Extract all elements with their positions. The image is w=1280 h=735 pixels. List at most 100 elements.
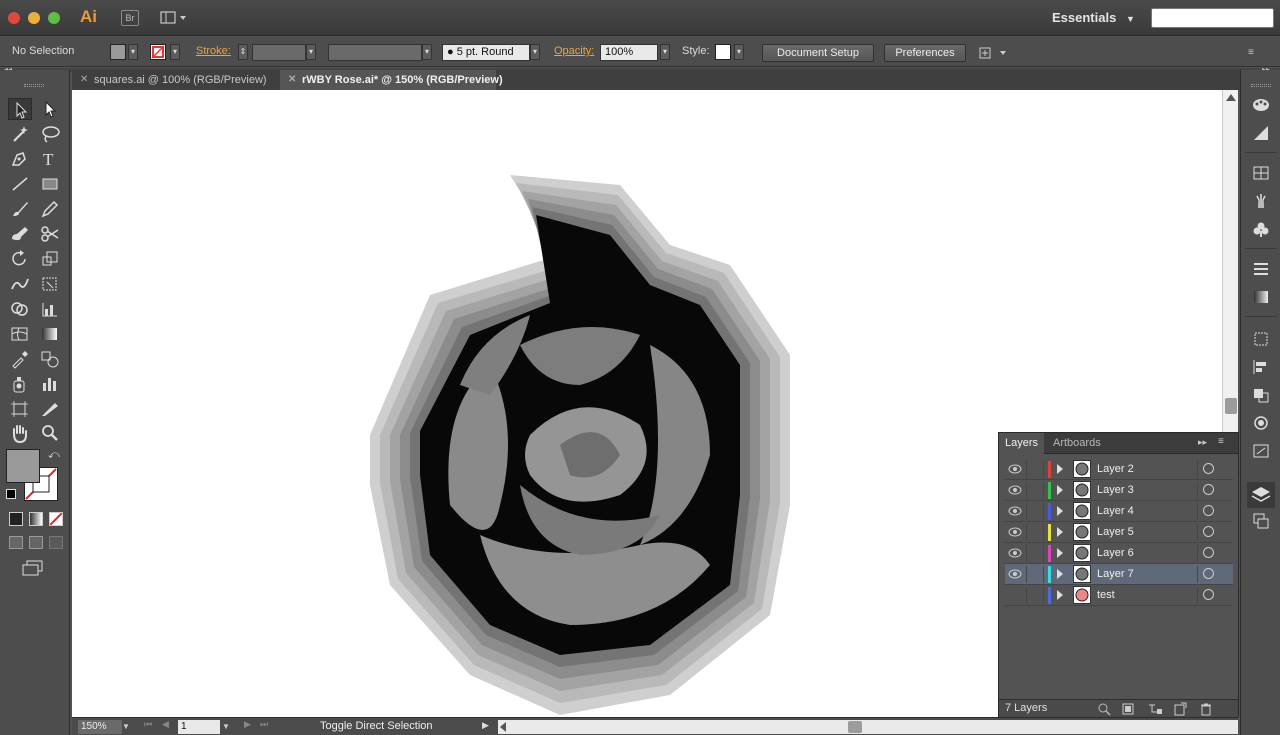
appearance-panel-button[interactable] xyxy=(1251,414,1271,432)
expand-triangle-icon[interactable] xyxy=(1057,590,1063,600)
draw-behind-button[interactable] xyxy=(29,536,43,549)
next-artboard-icon[interactable]: ▶ xyxy=(244,719,251,730)
none-mode-button[interactable] xyxy=(49,512,63,526)
layer-name[interactable]: Layer 2 xyxy=(1097,463,1134,475)
bridge-button[interactable]: Br xyxy=(121,10,139,26)
color-panel-button[interactable] xyxy=(1251,96,1271,114)
visibility-eye-icon[interactable] xyxy=(1008,548,1022,558)
visibility-eye-icon[interactable] xyxy=(1008,527,1022,537)
layer-name[interactable]: Layer 6 xyxy=(1097,547,1134,559)
new-layer-icon[interactable] xyxy=(1173,702,1187,716)
scissors-tool[interactable] xyxy=(38,223,62,245)
close-tab-icon[interactable]: ✕ xyxy=(80,70,88,90)
previous-artboard-icon[interactable]: ◀ xyxy=(162,719,169,730)
layer-row[interactable]: Layer 3 xyxy=(1005,480,1233,501)
collapse-panel-icon[interactable]: ▸▸ xyxy=(1198,437,1207,448)
stroke-label[interactable]: Stroke: xyxy=(196,45,231,57)
tools-grip[interactable] xyxy=(24,84,44,87)
symbol-sprayer-tool[interactable] xyxy=(8,373,32,395)
visibility-eye-icon[interactable] xyxy=(1008,569,1022,579)
search-input[interactable] xyxy=(1151,8,1274,28)
opacity-label[interactable]: Opacity: xyxy=(554,45,594,57)
free-transform-tool[interactable] xyxy=(38,273,62,295)
tab-rwby-rose[interactable]: ✕ rWBY Rose.ai* @ 150% (RGB/Preview) xyxy=(280,70,503,90)
swap-fill-stroke-icon[interactable]: ⤺ xyxy=(48,449,60,462)
gradient-mode-button[interactable] xyxy=(29,512,43,526)
swatches-panel-button[interactable] xyxy=(1251,164,1271,182)
artboards-panel-button[interactable] xyxy=(1251,512,1271,530)
layer-name[interactable]: Layer 4 xyxy=(1097,505,1134,517)
target-circle-icon[interactable] xyxy=(1203,484,1214,495)
target-circle-icon[interactable] xyxy=(1203,547,1214,558)
fill-color-box-front[interactable] xyxy=(6,449,40,483)
shape-builder-tool[interactable] xyxy=(8,298,32,320)
zoom-dropdown[interactable]: ▼ xyxy=(122,720,133,734)
expand-triangle-icon[interactable] xyxy=(1057,506,1063,516)
close-window-button[interactable] xyxy=(8,12,20,24)
default-fill-stroke-icon[interactable] xyxy=(6,489,16,499)
expand-triangle-icon[interactable] xyxy=(1057,548,1063,558)
first-artboard-icon[interactable]: ⏮ xyxy=(144,719,152,730)
scroll-left-arrow[interactable] xyxy=(500,722,506,732)
expand-triangle-icon[interactable] xyxy=(1057,527,1063,537)
lock-toggle[interactable] xyxy=(1026,587,1044,604)
opacity-dropdown[interactable]: ▾ xyxy=(660,44,670,60)
layers-panel-button[interactable] xyxy=(1247,482,1275,508)
zoom-level-field[interactable]: 150% xyxy=(78,720,122,734)
last-artboard-icon[interactable]: ⏭ xyxy=(260,719,268,730)
stroke-weight-stepper[interactable]: ⇕ xyxy=(238,44,248,60)
layer-row[interactable]: Layer 7 xyxy=(1005,564,1233,585)
tab-layers[interactable]: Layers xyxy=(999,433,1045,454)
mesh-tool[interactable] xyxy=(8,323,32,345)
layer-row[interactable]: test xyxy=(1005,585,1233,606)
dock-grip[interactable] xyxy=(1251,84,1271,87)
symbols-panel-button[interactable] xyxy=(1251,220,1271,238)
brush-definition-field[interactable]: ● 5 pt. Round xyxy=(442,44,530,61)
artboard-tool[interactable] xyxy=(8,398,32,420)
scroll-thumb[interactable] xyxy=(1225,398,1237,414)
zoom-tool[interactable] xyxy=(38,422,62,444)
stroke-weight-dropdown[interactable]: ▾ xyxy=(306,44,316,60)
artboard-number-field[interactable]: 1 xyxy=(178,720,220,734)
lock-toggle[interactable] xyxy=(1026,566,1044,583)
fill-dropdown[interactable]: ▾ xyxy=(128,44,138,60)
gradient-panel-button[interactable] xyxy=(1251,288,1271,306)
stroke-dropdown[interactable]: ▾ xyxy=(170,44,180,60)
status-menu-arrow[interactable]: ▶ xyxy=(482,720,489,731)
fill-swatch[interactable] xyxy=(110,44,126,60)
target-circle-icon[interactable] xyxy=(1203,505,1214,516)
scale-tool[interactable] xyxy=(38,248,62,270)
magic-wand-tool[interactable] xyxy=(8,123,32,145)
arrange-documents-button[interactable] xyxy=(160,10,188,26)
brushes-panel-button[interactable] xyxy=(1251,192,1271,210)
layer-name[interactable]: Layer 7 xyxy=(1097,568,1134,580)
direct-selection-tool[interactable] xyxy=(38,98,62,120)
pencil-tool[interactable] xyxy=(38,198,62,220)
stroke-weight-field[interactable] xyxy=(252,44,306,61)
layer-row[interactable]: Layer 5 xyxy=(1005,522,1233,543)
target-circle-icon[interactable] xyxy=(1203,568,1214,579)
horizontal-scrollbar[interactable] xyxy=(498,720,1238,734)
new-sublayer-icon[interactable] xyxy=(1147,702,1163,716)
variable-width-dropdown[interactable]: ▾ xyxy=(422,44,432,60)
graphic-styles-panel-button[interactable] xyxy=(1251,442,1271,460)
target-circle-icon[interactable] xyxy=(1203,463,1214,474)
blob-brush-tool[interactable] xyxy=(8,223,32,245)
eyedropper-tool[interactable] xyxy=(8,348,32,370)
zoom-window-button[interactable] xyxy=(48,12,60,24)
layer-row[interactable]: Layer 2 xyxy=(1005,459,1233,480)
visibility-eye-icon[interactable] xyxy=(1008,464,1022,474)
align-panel-button[interactable] xyxy=(1251,358,1271,376)
lock-toggle[interactable] xyxy=(1026,524,1044,541)
target-circle-icon[interactable] xyxy=(1203,589,1214,600)
lock-toggle[interactable] xyxy=(1026,545,1044,562)
delete-layer-icon[interactable] xyxy=(1199,702,1213,716)
horizontal-scroll-thumb[interactable] xyxy=(848,721,862,733)
document-setup-button[interactable]: Document Setup xyxy=(762,44,874,62)
visibility-eye-icon[interactable] xyxy=(1008,506,1022,516)
tab-artboards[interactable]: Artboards xyxy=(1047,433,1107,454)
make-clipping-mask-icon[interactable] xyxy=(1121,702,1135,716)
graph-tool[interactable] xyxy=(38,298,62,320)
variable-width-profile[interactable] xyxy=(328,44,422,61)
paintbrush-tool[interactable] xyxy=(8,198,32,220)
